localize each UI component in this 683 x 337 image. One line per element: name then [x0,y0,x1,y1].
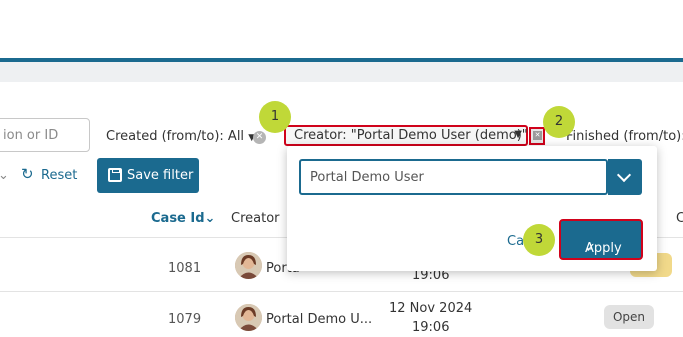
row-case-id: 1079 [168,312,202,327]
created-filter[interactable]: Created (from/to): All ▼ [106,129,255,144]
chevron-down-icon: ▼ [514,129,522,140]
close-icon: ✕ [533,131,542,140]
sort-chevron-icon: ⌄ [204,211,216,226]
row-date: 12 Nov 2024 [389,301,473,316]
apply-button[interactable]: ✓ Apply [559,219,643,260]
created-filter-label: Created (from/to): All [106,129,245,144]
header-band [0,62,683,82]
save-icon [108,168,122,182]
reset-button[interactable]: Reset [41,168,77,183]
row-creator: Portal Demo U... [266,312,373,327]
creator-filter-label: Creator: "Portal Demo User (demo)" [294,128,528,143]
remove-creator-filter-button[interactable]: ✕ [529,127,545,145]
save-filter-button[interactable]: Save filter [97,158,199,193]
creator-filter-chip[interactable]: Creator: "Portal Demo User (demo)" ▼ [284,125,528,146]
apply-text: Apply [585,241,622,256]
finished-filter[interactable]: Finished (from/to): [566,129,683,144]
creator-select-input[interactable]: Portal Demo User [299,159,608,195]
avatar [235,304,262,331]
dropdown-toggle-button[interactable] [608,159,642,195]
row-case-id: 1081 [168,261,202,276]
search-placeholder: ion or ID [3,128,59,143]
creator-filter-popup: Portal Demo User Ca ✓ Apply [287,146,657,271]
case-id-label: Case Id [151,211,205,226]
step-badge-1: 1 [259,101,291,133]
truncated-action-icon[interactable]: ⌄ [0,168,9,183]
row-time: 19:06 [412,320,450,335]
search-input[interactable]: ion or ID [0,118,90,152]
cancel-button[interactable]: Ca [507,234,524,249]
save-filter-label: Save filter [127,168,194,183]
step-badge-3-overlay: 3 [523,224,555,256]
clear-created-icon[interactable]: ✕ [253,131,266,144]
column-header-case-id[interactable]: Case Id⌄ [151,211,215,226]
reset-icon: ↻ [21,165,34,183]
top-bar [0,0,683,58]
column-header-creator[interactable]: Creator [231,211,280,226]
step-badge-2: 2 [543,106,575,138]
status-badge: Open [604,305,654,329]
avatar [235,252,262,279]
creator-select-value: Portal Demo User [310,170,424,185]
column-header-partial[interactable]: C [676,211,683,226]
